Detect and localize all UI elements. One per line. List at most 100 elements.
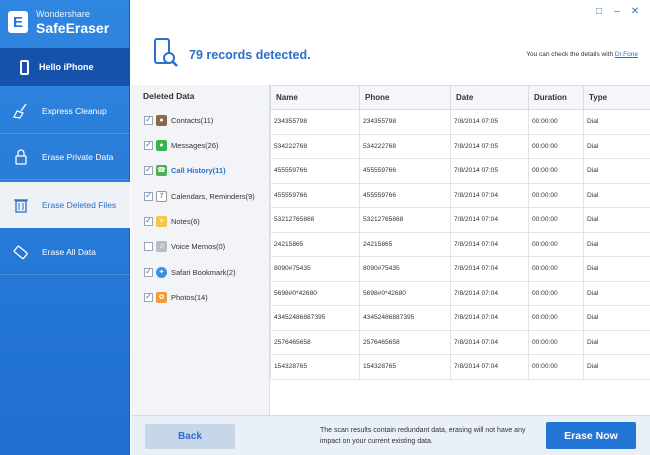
table-cell: 534222768 [270,133,360,159]
sidebar-item-label: Erase All Data [42,246,96,257]
table-cell: 5698#0*42680 [270,280,360,306]
table-cell: Dial [583,329,650,355]
notes-icon: ≡ [156,215,167,227]
scan-header: 79 records detected. You can check the d… [131,20,650,82]
column-header-duration[interactable]: Duration [528,85,584,110]
table-cell: 234355798 [359,109,451,135]
table-cell: 154328765 [270,354,360,380]
table-cell: Dial [583,207,650,233]
safeeraser-logo-icon: E [8,11,28,33]
table-cell: 00:00:00 [528,182,584,208]
table-cell: 7/8/2014 07:04 [450,231,529,257]
category-calendars[interactable]: ✓ 7 Calendars, Reminders(9) [144,189,255,203]
column-header-date[interactable]: Date [450,85,529,110]
table-cell: Dial [583,256,650,282]
close-icon[interactable]: ✕ [630,6,640,17]
category-notes[interactable]: ✓ ≡ Notes(6) [144,214,200,228]
back-button[interactable]: Back [145,424,235,449]
table-row[interactable]: 154328765 154328765 7/8/2014 07:04 00:00:00… [270,354,650,380]
sidebar-item-erase-all-data[interactable]: Erase All Data [0,229,130,275]
drfone-link[interactable]: Dr.Fone [615,51,638,58]
device-greeting: Hello iPhone [0,48,130,86]
table-cell: 00:00:00 [528,354,584,380]
erase-now-button[interactable]: Erase Now [546,422,636,449]
checkbox[interactable]: ✓ [144,267,153,277]
category-safari-bookmark[interactable]: ✓ ✦ Safari Bookmark(2) [144,265,236,279]
sidebar-item-erase-deleted-files[interactable]: Erase Deleted Files [0,182,130,228]
checkbox[interactable]: ✓ [144,216,153,226]
sidebar-item-label: Erase Deleted Files [42,199,117,210]
table-cell: Dial [583,182,650,208]
category-messages[interactable]: ✓ ● Messages(26) [144,138,219,152]
sidebar-item-label: Express Cleanup [42,105,107,116]
brand-vendor: Wondershare [36,8,90,19]
calendar-icon: 7 [156,190,167,202]
category-photos[interactable]: ✓ ✿ Photos(14) [144,290,208,304]
table-row[interactable]: 24215865 24215865 7/8/2014 07:04 00:00:00 Di… [270,231,650,257]
category-contacts[interactable]: ✓ ● Contacts(11) [144,113,213,127]
table-cell: 00:00:00 [528,231,584,257]
phone-icon: ☎ [156,164,167,176]
brand: E Wondershare SafeEraser [0,0,130,44]
table-cell: 7/8/2014 07:04 [450,207,529,233]
table-cell: 7/8/2014 07:04 [450,280,529,306]
iphone-icon [20,59,29,75]
table-row[interactable]: 8090#75435 8090#75435 7/8/2014 07:04 00:00:… [270,256,650,282]
feedback-icon[interactable]: □ [594,6,604,17]
table-cell: 00:00:00 [528,207,584,233]
table-row[interactable]: 2576465658 2576465658 7/8/2014 07:04 00:00:… [270,329,650,355]
checkbox[interactable]: ✓ [144,140,153,150]
table-row[interactable]: 234355798 234355798 7/8/2014 07:05 00:00:00… [270,109,650,135]
checkbox[interactable]: ✓ [144,191,153,201]
lock-icon [12,148,30,166]
phone-search-icon [153,38,179,70]
table-cell: 8090#75435 [270,256,360,282]
table-row[interactable]: 534222768 534222768 7/8/2014 07:05 00:00:00… [270,133,650,159]
brand-product: SafeEraser [36,19,110,36]
table-cell: 24215865 [270,231,360,257]
sidebar-item-express-cleanup[interactable]: Express Cleanup [0,88,130,134]
table-cell: 00:00:00 [528,158,584,184]
table-cell: Dial [583,133,650,159]
table-cell: 455559766 [270,182,360,208]
column-header-type[interactable]: Type [583,85,650,110]
column-header-name[interactable]: Name [270,85,360,110]
category-call-history[interactable]: ✓ ☎ Call History(11) [144,163,226,177]
sidebar: E Wondershare SafeEraser Hello iPhone Ex… [0,0,130,455]
table-cell: 534222768 [359,133,451,159]
table-cell: 43452486887395 [359,305,451,331]
table-cell: Dial [583,109,650,135]
table-cell: 7/8/2014 07:05 [450,133,529,159]
table-row[interactable]: 5698#0*42680 5698#0*42680 7/8/2014 07:04 00… [270,280,650,306]
table-cell: 53212765868 [270,207,360,233]
table-cell: Dial [583,158,650,184]
table-cell: 7/8/2014 07:04 [450,182,529,208]
table-cell: 7/8/2014 07:05 [450,158,529,184]
checkbox[interactable]: ✓ [144,165,153,175]
checkbox[interactable]: ✓ [144,115,153,125]
minimize-icon[interactable]: – [612,6,622,17]
photos-icon: ✿ [156,291,167,303]
table-cell: 00:00:00 [528,329,584,355]
table-row[interactable]: 53212765868 53212765868 7/8/2014 07:04 00:0… [270,207,650,233]
table-cell: 5698#0*42680 [359,280,451,306]
checkbox[interactable] [144,241,153,251]
table-row[interactable]: 455559766 455559766 7/8/2014 07:04 00:00:00… [270,182,650,208]
table-row[interactable]: 43452486887395 43452486887395 7/8/2014 07:… [270,305,650,331]
table-cell: 455559766 [270,158,360,184]
table-cell: Dial [583,354,650,380]
sidebar-item-erase-private-data[interactable]: Erase Private Data [0,134,130,180]
deleted-data-title: Deleted Data [143,91,195,101]
category-voice-memos[interactable]: ♫ Voice Memos(0) [144,239,225,253]
table-cell: 00:00:00 [528,305,584,331]
table-row[interactable]: 455559766 455559766 7/8/2014 07:05 00:00:00… [270,158,650,184]
table-cell: 7/8/2014 07:04 [450,329,529,355]
table-header-row: Name Phone Date Duration Type [270,85,650,110]
broom-icon [12,102,30,120]
table-cell: 7/8/2014 07:04 [450,354,529,380]
checkbox[interactable]: ✓ [144,292,153,302]
bottom-bar: Back The scan results contain redundant … [131,415,650,455]
column-header-phone[interactable]: Phone [359,85,451,110]
table-cell: 00:00:00 [528,109,584,135]
table-cell: 455559766 [359,182,451,208]
